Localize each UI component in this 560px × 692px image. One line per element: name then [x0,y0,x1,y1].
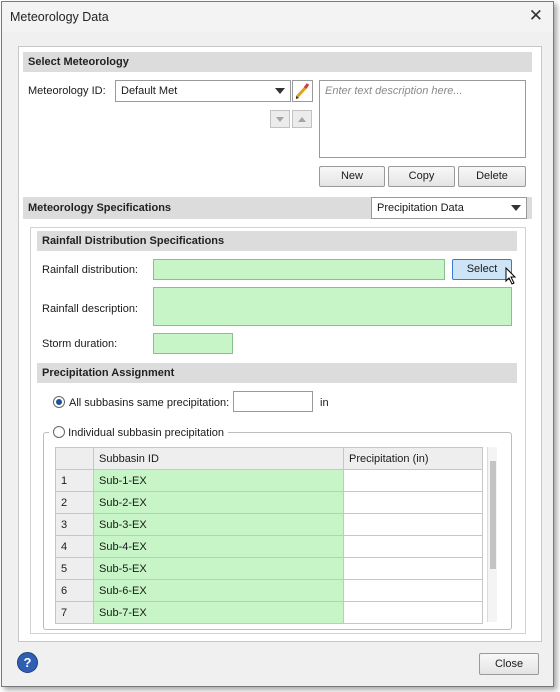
specification-type-dropdown[interactable]: Precipitation Data [371,197,527,219]
precipitation-cell[interactable] [343,491,483,514]
table-scrollbar[interactable] [487,447,497,622]
main-panel: Select Meteorology Meteorology ID: Defau… [18,46,542,642]
table-row: 1 Sub-1-EX [55,469,483,492]
precipitation-assignment-header: Precipitation Assignment [37,363,517,383]
pencil-icon [295,83,310,99]
dropdown-arrow-icon [511,205,521,211]
select-meteorology-header: Select Meteorology [23,52,532,72]
new-button[interactable]: New [319,166,385,187]
same-precipitation-input[interactable] [233,391,313,412]
table-row: 6 Sub-6-EX [55,579,483,602]
subbasin-id-cell: Sub-7-EX [93,601,344,624]
individual-precipitation-option: Individual subbasin precipitation [49,424,228,440]
window-title: Meteorology Data [10,10,109,24]
row-number: 1 [55,469,94,492]
storm-duration-label: Storm duration: [42,338,118,350]
precipitation-cell[interactable] [343,601,483,624]
individual-precipitation-radio[interactable] [53,426,65,438]
row-number: 4 [55,535,94,558]
subbasin-precipitation-table: Subbasin ID Precipitation (in) 1 Sub-1-E… [55,447,483,624]
subbasin-id-cell: Sub-3-EX [93,513,344,536]
subbasin-id-cell: Sub-1-EX [93,469,344,492]
rainfall-distribution-header: Rainfall Distribution Specifications [37,231,517,251]
precipitation-cell[interactable] [343,535,483,558]
row-number: 6 [55,579,94,602]
rainfall-distribution-field[interactable] [153,259,445,280]
move-up-icon [298,117,306,122]
delete-button[interactable]: Delete [458,166,526,187]
dropdown-arrow-icon [275,88,285,94]
subbasin-id-cell: Sub-2-EX [93,491,344,514]
meteorology-id-dropdown[interactable]: Default Met [115,80,291,102]
mouse-cursor-icon [505,267,517,285]
meteorology-dialog: Meteorology Data ✕ Select Meteorology Me… [1,1,554,687]
storm-duration-field[interactable] [153,333,233,354]
table-row: 2 Sub-2-EX [55,491,483,514]
subbasin-id-header: Subbasin ID [93,447,344,470]
meteorology-specifications-label: Meteorology Specifications [28,202,172,214]
precipitation-header: Precipitation (in) [343,447,483,470]
subbasin-id-cell: Sub-4-EX [93,535,344,558]
meteorology-description-input[interactable]: Enter text description here... [319,80,526,158]
row-number: 7 [55,601,94,624]
precipitation-cell[interactable] [343,469,483,492]
rainfall-distribution-label: Rainfall distribution: [42,264,138,276]
same-precipitation-label: All subbasins same precipitation: [69,397,230,409]
precipitation-unit: in [320,397,329,409]
precipitation-cell[interactable] [343,557,483,580]
precipitation-cell[interactable] [343,579,483,602]
row-number: 2 [55,491,94,514]
precipitation-cell[interactable] [343,513,483,536]
edit-id-button[interactable] [292,80,313,102]
select-distribution-button[interactable]: Select [452,259,512,280]
row-number: 5 [55,557,94,580]
scrollbar-thumb[interactable] [490,461,496,569]
title-bar: Meteorology Data ✕ [2,2,553,32]
table-row: 5 Sub-5-EX [55,557,483,580]
help-icon[interactable]: ? [17,652,38,673]
subbasin-id-cell: Sub-5-EX [93,557,344,580]
specification-type-value: Precipitation Data [377,202,464,214]
row-number-header [55,447,94,470]
same-precipitation-radio[interactable] [53,396,65,408]
rainfall-description-label: Rainfall description: [42,303,138,315]
table-row: 7 Sub-7-EX [55,601,483,624]
meteorology-id-label: Meteorology ID: [28,85,106,97]
individual-precipitation-label: Individual subbasin precipitation [68,427,224,439]
table-row: 3 Sub-3-EX [55,513,483,536]
table-header-row: Subbasin ID Precipitation (in) [55,447,483,470]
table-row: 4 Sub-4-EX [55,535,483,558]
meteorology-id-value: Default Met [121,85,178,97]
rainfall-description-field[interactable] [153,287,512,326]
close-icon[interactable]: ✕ [529,7,543,25]
move-up-button[interactable] [292,110,312,128]
copy-button[interactable]: Copy [388,166,455,187]
move-down-icon [276,117,284,122]
close-button[interactable]: Close [479,653,539,675]
row-number: 3 [55,513,94,536]
move-down-button[interactable] [270,110,290,128]
subbasin-id-cell: Sub-6-EX [93,579,344,602]
